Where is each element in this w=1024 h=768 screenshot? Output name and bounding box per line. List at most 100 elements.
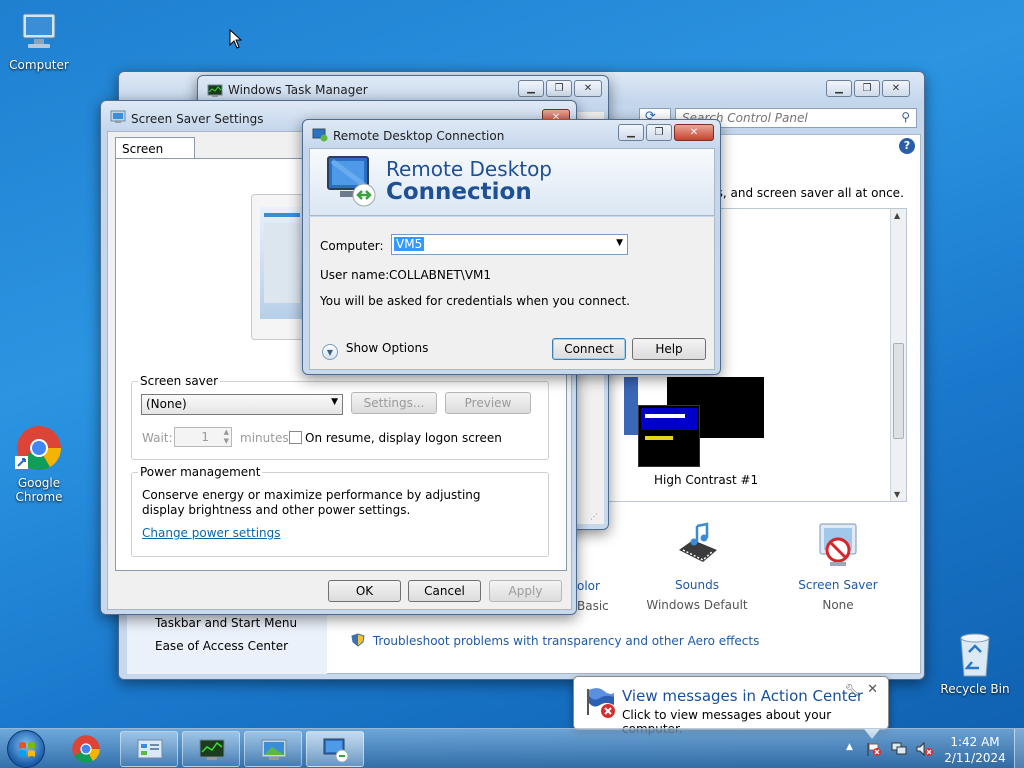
desktop-icon-label: Google Chrome [15, 476, 63, 504]
minimize-button[interactable]: ▁ [826, 80, 852, 97]
show-options-label[interactable]: Show Options [346, 341, 429, 355]
screen-saver-group: Screen saver [131, 374, 549, 460]
show-hidden-icons[interactable]: ▲ [846, 742, 853, 752]
settings-button[interactable]: Settings... [351, 392, 437, 414]
recycle-bin-icon [955, 630, 995, 678]
minutes-label: minutes [240, 431, 289, 445]
sounds-sub: Windows Default [646, 598, 748, 612]
username-value: COLLABNET\VM1 [389, 268, 492, 282]
chevron-down-icon[interactable]: ▼ [616, 238, 623, 248]
apply-button[interactable]: Apply [489, 580, 562, 602]
rdc-banner: Remote Desktop Connection [309, 148, 715, 216]
power-text: Conserve energy or maximize performance … [142, 488, 481, 517]
taskbar-screen-saver[interactable] [244, 731, 302, 767]
cancel-button[interactable]: Cancel [408, 580, 481, 602]
maximize-button[interactable]: ❐ [854, 80, 880, 97]
volume-tray-icon[interactable] [915, 741, 933, 757]
change-power-settings-link[interactable]: Change power settings [142, 526, 281, 540]
task-manager-icon [199, 739, 225, 760]
help-icon[interactable]: ? [899, 138, 915, 154]
screen-saver-item[interactable]: Screen Saver None [783, 520, 893, 612]
screen-saver-icon [814, 520, 862, 570]
troubleshoot-text[interactable]: Troubleshoot problems with transparency … [373, 634, 760, 648]
credentials-info: You will be asked for credentials when y… [320, 294, 630, 308]
task-manager-caption-buttons: ▁ ❐ ✕ [516, 80, 602, 97]
resize-grip-icon[interactable]: ⋰ [590, 512, 598, 521]
sounds-item[interactable]: Sounds Windows Default [643, 520, 751, 612]
chrome-icon [72, 735, 100, 763]
resume-label[interactable]: On resume, display logon screen [305, 431, 502, 445]
action-center-tray-icon[interactable] [866, 741, 882, 757]
sounds-icon [673, 520, 721, 570]
screen-saver-group-label: Screen saver [140, 374, 219, 388]
rdc-banner-line1: Remote Desktop [386, 157, 553, 181]
desktop-icon-label: Recycle Bin [940, 682, 1010, 696]
mouse-cursor-icon [229, 28, 243, 49]
username-label: User name: [320, 268, 390, 282]
close-icon[interactable]: ✕ [867, 682, 878, 697]
wait-stepper[interactable]: 1 ▲ ▼ [174, 427, 232, 447]
network-tray-icon[interactable] [891, 741, 907, 757]
action-center-balloon[interactable]: View messages in Action Center Click to … [573, 676, 889, 739]
taskbar-task-manager[interactable] [182, 731, 240, 767]
resume-checkbox[interactable] [289, 431, 302, 444]
screen-saver-settings-icon [110, 110, 126, 124]
wait-value: 1 [201, 430, 209, 444]
maximize-button[interactable]: ❐ [646, 124, 672, 141]
troubleshoot-link[interactable]: Troubleshoot problems with transparency … [351, 633, 759, 648]
minimize-button[interactable]: ▁ [518, 80, 544, 97]
wait-label: Wait: [142, 431, 173, 445]
sidebar-link-taskbar[interactable]: Taskbar and Start Menu [155, 616, 297, 630]
taskbar-chrome[interactable] [66, 731, 106, 767]
rdc-window[interactable]: Remote Desktop Connection ▁ ❐ ✕ Remote D… [302, 119, 721, 375]
rdc-small-icon [312, 128, 328, 142]
minimize-button[interactable]: ▁ [618, 124, 644, 141]
show-desktop-button[interactable] [1014, 729, 1024, 768]
computer-icon [17, 10, 61, 54]
preview-button[interactable]: Preview [445, 392, 531, 414]
help-button[interactable]: Help [632, 338, 706, 360]
start-button[interactable] [4, 729, 48, 768]
tab-screen-saver[interactable]: Screen Saver [115, 137, 195, 170]
basic-fragment: Basic [577, 599, 609, 613]
task-manager-title: Windows Task Manager [228, 83, 368, 97]
close-button[interactable]: ✕ [574, 80, 602, 97]
taskbar: ▲ 1:42 AM 2/11/2024 [0, 728, 1024, 768]
theme-scrollbar[interactable]: ▲ ▼ [890, 209, 906, 501]
close-button[interactable]: ✕ [674, 124, 714, 141]
task-manager-icon [207, 84, 223, 98]
desktop-icon-recycle-bin[interactable]: Recycle Bin [940, 630, 1010, 696]
balloon-title[interactable]: View messages in Action Center [622, 687, 863, 705]
sounds-label[interactable]: Sounds [643, 578, 751, 592]
chrome-icon [15, 424, 63, 472]
close-button[interactable]: ✕ [882, 80, 910, 97]
ok-button[interactable]: OK [328, 580, 401, 602]
connect-button[interactable]: Connect [552, 338, 626, 360]
sidebar-link-ease-of-access[interactable]: Ease of Access Center [155, 639, 288, 653]
spin-up-icon[interactable]: ▲ [224, 428, 229, 436]
search-icon[interactable]: ⚲ [901, 110, 910, 124]
taskbar-control-panel[interactable] [120, 731, 178, 767]
rdc-icon [323, 738, 349, 763]
taskbar-rdc[interactable] [306, 731, 364, 767]
desktop-icon-computer[interactable]: Computer [4, 10, 74, 72]
shield-icon [351, 633, 365, 647]
desktop-icon-chrome[interactable]: Google Chrome [4, 424, 74, 504]
color-fragment[interactable]: olor [577, 579, 600, 593]
computer-value[interactable]: VM5 [394, 237, 425, 251]
theme-thumbnail-front [638, 405, 700, 467]
wrench-icon[interactable]: 🔧︎ [845, 683, 860, 697]
chevron-down-circle-icon[interactable]: ▼ [322, 344, 338, 360]
screen-saver-label[interactable]: Screen Saver [783, 578, 893, 592]
screen-saver-select[interactable]: (None) ▼ [141, 394, 343, 415]
rdc-title: Remote Desktop Connection [333, 129, 505, 143]
clock[interactable]: 1:42 AM 2/11/2024 [940, 734, 1010, 766]
computer-combobox[interactable]: VM5 ▼ [391, 234, 628, 255]
clock-date: 2/11/2024 [944, 751, 1006, 765]
maximize-button[interactable]: ❐ [546, 80, 572, 97]
rdc-caption-buttons: ▁ ❐ ✕ [616, 124, 714, 141]
show-options-toggle[interactable]: ▼ Show Options [322, 341, 428, 360]
spin-down-icon[interactable]: ▼ [224, 437, 229, 445]
control-panel-icon [137, 739, 163, 759]
intro-text: ds, and screen saver all at once. [709, 186, 904, 200]
